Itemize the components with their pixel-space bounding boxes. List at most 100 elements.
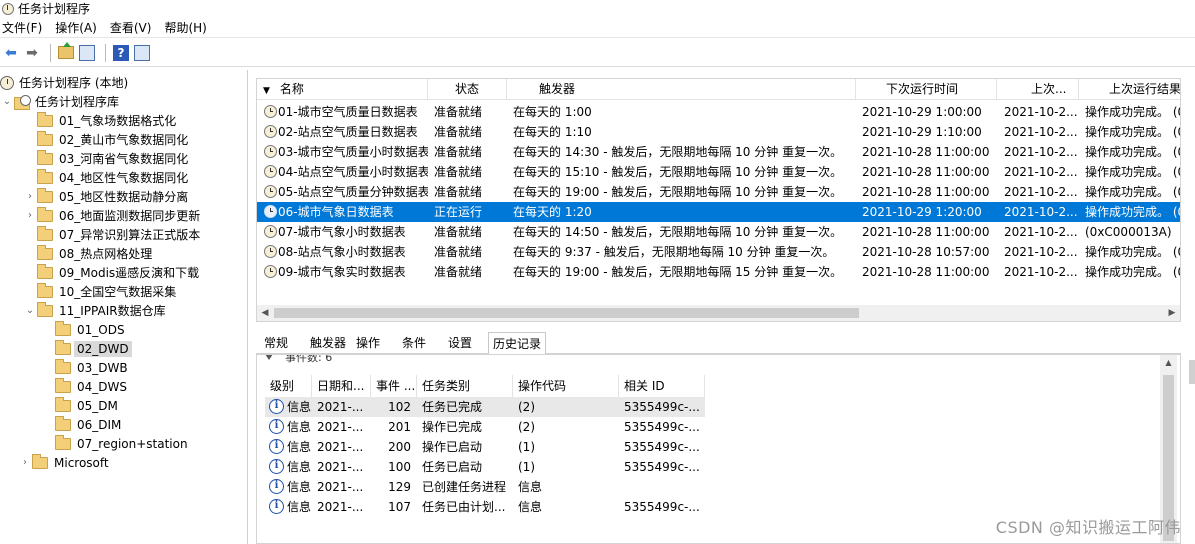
scroll-up-icon[interactable]: ▲ <box>1160 355 1177 371</box>
task-row[interactable]: 08-站点气象小时数据表 准备就绪 在每天的 9:37 - 触发后，无限期地每隔 1… <box>257 242 1180 262</box>
tree-folder[interactable]: 03_河南省气象数据同化 <box>23 149 188 168</box>
task-row[interactable]: 09-城市气象实时数据表 准备就绪 在每天的 19:00 - 触发后，无限期地每隔 … <box>257 262 1180 282</box>
task-trigger: 在每天的 14:50 - 触发后，无限期地每隔 10 分钟 重复一次。 <box>513 225 843 239</box>
task-row[interactable]: 07-城市气象小时数据表 准备就绪 在每天的 14:50 - 触发后，无限期地每隔 … <box>257 222 1180 242</box>
task-status: 准备就绪 <box>434 165 483 179</box>
tab-actions[interactable]: 操作 <box>352 334 384 354</box>
history-opcode: (1) <box>518 440 535 454</box>
tab-settings[interactable]: 设置 <box>444 334 476 354</box>
task-clock-icon <box>264 205 277 218</box>
help-icon[interactable]: ? <box>112 44 130 62</box>
column-header-next-run[interactable]: 下次运行时间 <box>856 79 997 100</box>
column-header-status[interactable]: 状态 <box>428 79 507 100</box>
scroll-left-icon[interactable]: ◀ <box>257 305 273 321</box>
filter-funnel-icon[interactable] <box>265 355 273 360</box>
scroll-right-icon[interactable]: ▶ <box>1164 305 1180 321</box>
task-next-run: 2021-10-29 1:20:00 <box>862 205 982 219</box>
tab-history[interactable]: 历史记录 <box>488 332 547 355</box>
expand-chevron-icon[interactable]: › <box>23 191 37 202</box>
tree-library[interactable]: ⌄ 任务计划程序库 <box>0 92 119 111</box>
menu-view[interactable]: 查看(V) <box>108 19 159 36</box>
tab-triggers[interactable]: 触发器 <box>306 334 350 354</box>
task-clock-icon <box>264 265 277 278</box>
library-icon <box>14 94 31 110</box>
history-row[interactable]: i 信息 2021-... 200 操作已启动 (1) 5355499c-... <box>265 437 705 457</box>
task-row[interactable]: 03-城市空气质量小时数据表 准备就绪 在每天的 14:30 - 触发后，无限期地每… <box>257 142 1180 162</box>
expand-chevron-icon[interactable]: › <box>18 457 32 468</box>
task-last-result: 操作成功完成。 (0 <box>1085 165 1181 179</box>
history-category: 任务已由计划... <box>422 500 506 514</box>
history-row[interactable]: i 信息 2021-... 102 任务已完成 (2) 5355499c-... <box>265 397 705 417</box>
column-header-opcode[interactable]: 操作代码 <box>513 375 619 397</box>
history-event-id: 129 <box>388 480 411 494</box>
task-clock-icon <box>264 145 277 158</box>
tab-general[interactable]: 常规 <box>260 334 292 354</box>
history-category: 操作已启动 <box>422 440 483 454</box>
tree-folder[interactable]: › 06_地面监测数据同步更新 <box>23 206 200 225</box>
task-row[interactable]: 02-站点空气质量日数据表 准备就绪 在每天的 1:10 2021-10-29 1:1… <box>257 122 1180 142</box>
history-related-id <box>624 477 705 497</box>
history-row[interactable]: i 信息 2021-... 129 已创建任务进程 信息 <box>265 477 705 497</box>
task-row[interactable]: 04-站点空气质量小时数据表 准备就绪 在每天的 15:10 - 触发后，无限期地每… <box>257 162 1181 182</box>
tree-folder-microsoft[interactable]: › Microsoft <box>18 453 109 472</box>
tree-folder[interactable]: 07_异常识别算法正式版本 <box>23 225 200 244</box>
view-pane-icon[interactable] <box>133 44 151 62</box>
tree-folder[interactable]: ⌄ 11_IPPAIR数据仓库 <box>23 301 166 320</box>
history-related-id: 5355499c-... <box>624 420 700 434</box>
scrollbar-thumb[interactable] <box>274 308 859 318</box>
collapse-chevron-icon[interactable]: ⌄ <box>0 96 14 107</box>
tree-subfolder-selected[interactable]: 02_DWD <box>41 339 132 358</box>
task-trigger: 在每天的 19:00 - 触发后，无限期地每隔 10 分钟 重复一次。 <box>513 185 843 199</box>
history-date: 2021-... <box>317 420 364 434</box>
menu-action[interactable]: 操作(A) <box>53 19 104 36</box>
column-header-category[interactable]: 任务类别 <box>417 375 513 397</box>
tree-subfolder[interactable]: 01_ODS <box>41 320 125 339</box>
history-row[interactable]: i 信息 2021-... 100 任务已启动 (1) 5355499c-... <box>265 457 705 477</box>
task-row[interactable]: 01-城市空气质量日数据表 准备就绪 在每天的 1:00 2021-10-29 1:0… <box>257 102 1180 122</box>
tab-conditions[interactable]: 条件 <box>398 334 430 354</box>
horizontal-scrollbar[interactable]: ◀ ▶ <box>257 305 1180 321</box>
task-row[interactable]: 05-站点空气质量分钟数据表 准备就绪 在每天的 19:00 - 触发后，无限期地每… <box>257 182 1180 202</box>
history-event-id: 100 <box>388 460 411 474</box>
column-header-trigger[interactable]: 触发器 <box>507 79 856 100</box>
task-clock-icon <box>264 245 277 258</box>
tree-folder[interactable]: 08_热点网格处理 <box>23 244 152 263</box>
tree-subfolder[interactable]: 07_region+station <box>41 434 188 453</box>
menu-file[interactable]: 文件(F) <box>0 19 49 36</box>
menu-help[interactable]: 帮助(H) <box>162 19 213 36</box>
column-header-event[interactable]: 事件 ... <box>371 375 417 397</box>
task-status: 准备就绪 <box>434 105 483 119</box>
tree-subfolder[interactable]: 04_DWS <box>41 377 127 396</box>
tree-folder[interactable]: 01_气象场数据格式化 <box>23 111 176 130</box>
history-row[interactable]: i 信息 2021-... 201 操作已完成 (2) 5355499c-... <box>265 417 705 437</box>
tree-folder[interactable]: 02_黄山市气象数据同化 <box>23 130 188 149</box>
task-next-run: 2021-10-28 11:00:00 <box>862 185 990 199</box>
tree-root[interactable]: 任务计划程序 (本地) <box>0 73 128 92</box>
tree-folder[interactable]: 04_地区性气象数据同化 <box>23 168 188 187</box>
expand-chevron-icon[interactable]: › <box>23 210 37 221</box>
tree-folder[interactable]: › 05_地区性数据动静分离 <box>23 187 188 206</box>
history-opcode: (2) <box>518 420 535 434</box>
show-hide-console-tree-icon[interactable] <box>78 44 96 62</box>
tree-subfolder[interactable]: 05_DM <box>41 396 118 415</box>
column-header-name[interactable]: ▼ 名称 <box>257 79 428 100</box>
tree-folder[interactable]: 10_全国空气数据采集 <box>23 282 176 301</box>
detail-pane: ▼ 名称 状态 触发器 下次运行时间 上次... 上次运行结果 01-城市空气质量… <box>256 78 1181 544</box>
column-header-related-id[interactable]: 相关 ID <box>619 375 705 397</box>
tree-subfolder[interactable]: 06_DIM <box>41 415 121 434</box>
folder-up-icon[interactable] <box>57 42 75 62</box>
back-arrow-icon[interactable]: ⬅ <box>2 44 20 62</box>
history-event-id: 107 <box>388 500 411 514</box>
task-clock-icon <box>264 165 277 178</box>
column-header-last-result[interactable]: 上次运行结果 <box>1079 79 1180 100</box>
tree-folder[interactable]: 09_Modis遥感反演和下载 <box>23 263 199 282</box>
collapse-chevron-icon[interactable]: ⌄ <box>23 305 37 316</box>
history-row[interactable]: i 信息 2021-... 107 任务已由计划... 信息 5355499c-... <box>265 497 705 517</box>
tree-subfolder[interactable]: 03_DWB <box>41 358 128 377</box>
column-header-last-run[interactable]: 上次... <box>997 79 1079 100</box>
task-trigger: 在每天的 1:10 <box>513 125 592 139</box>
column-header-date[interactable]: 日期和... <box>312 375 371 397</box>
column-header-level[interactable]: 级别 <box>265 375 312 397</box>
forward-arrow-icon[interactable]: ➡ <box>23 44 41 62</box>
task-row-selected[interactable]: 06-城市气象日数据表 正在运行 在每天的 1:20 2021-10-29 1:20:… <box>257 202 1180 222</box>
